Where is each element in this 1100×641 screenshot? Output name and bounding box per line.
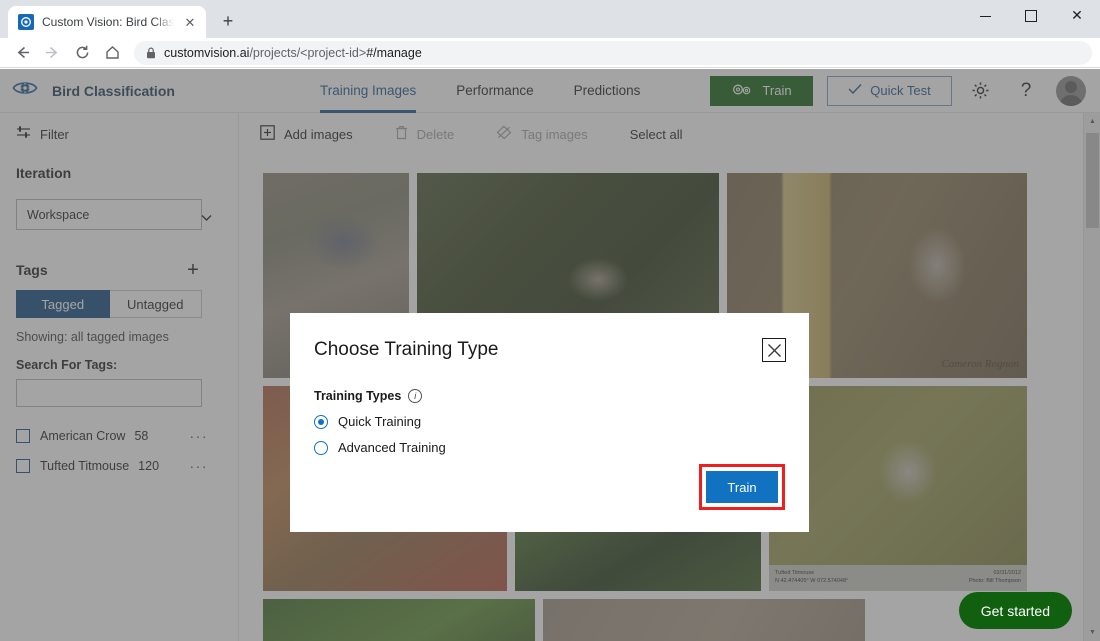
choose-training-type-dialog: Choose Training Type Training Types i Qu…: [290, 313, 809, 532]
address-bar[interactable]: customvision.ai/projects/<project-id>#/m…: [134, 40, 1092, 65]
new-tab-button[interactable]: +: [214, 7, 242, 35]
window-controls: ✕: [962, 0, 1100, 32]
url-text: customvision.ai/projects/<project-id>#/m…: [164, 46, 422, 60]
radio-quick-training[interactable]: Quick Training: [314, 414, 785, 429]
radio-label: Advanced Training: [338, 440, 446, 455]
forward-icon: [38, 39, 66, 67]
dialog-footer: Train: [699, 464, 785, 510]
close-icon[interactable]: [762, 338, 786, 362]
browser-titlebar: Custom Vision: Bird Classification ✕ + ✕: [0, 0, 1100, 38]
home-icon[interactable]: [98, 39, 126, 67]
browser-toolbar: customvision.ai/projects/<project-id>#/m…: [0, 38, 1100, 68]
info-icon[interactable]: i: [408, 389, 423, 403]
browser-tab-title: Custom Vision: Bird Classification: [42, 15, 174, 29]
training-types-label-row: Training Types i: [314, 389, 785, 403]
radio-advanced-training[interactable]: Advanced Training: [314, 440, 785, 455]
tab-strip: Custom Vision: Bird Classification ✕ +: [0, 0, 242, 38]
back-icon[interactable]: [8, 39, 36, 67]
url-path: /projects/<project-id>: [249, 45, 367, 60]
radio-button[interactable]: [314, 414, 328, 429]
url-domain: customvision.ai: [164, 45, 250, 60]
url-fragment: #/manage: [366, 45, 422, 60]
window-close-button[interactable]: ✕: [1054, 0, 1100, 32]
maximize-button[interactable]: [1008, 0, 1054, 32]
radio-button[interactable]: [314, 440, 328, 455]
minimize-button[interactable]: [962, 0, 1008, 32]
custom-vision-favicon: [18, 14, 34, 30]
training-types-label: Training Types: [314, 389, 402, 403]
browser-tab[interactable]: Custom Vision: Bird Classification ✕: [8, 6, 206, 38]
custom-vision-app: Bird Classification Training Images Perf…: [0, 69, 1100, 641]
reload-icon[interactable]: [68, 39, 96, 67]
close-icon[interactable]: ✕: [182, 14, 198, 30]
get-started-button[interactable]: Get started: [958, 592, 1072, 629]
dialog-title: Choose Training Type: [314, 339, 499, 360]
train-button-highlight: Train: [699, 464, 785, 510]
dialog-train-button[interactable]: Train: [706, 471, 778, 503]
browser-window: Custom Vision: Bird Classification ✕ + ✕: [0, 0, 1100, 641]
radio-label: Quick Training: [338, 414, 422, 429]
lock-icon: [146, 47, 156, 59]
